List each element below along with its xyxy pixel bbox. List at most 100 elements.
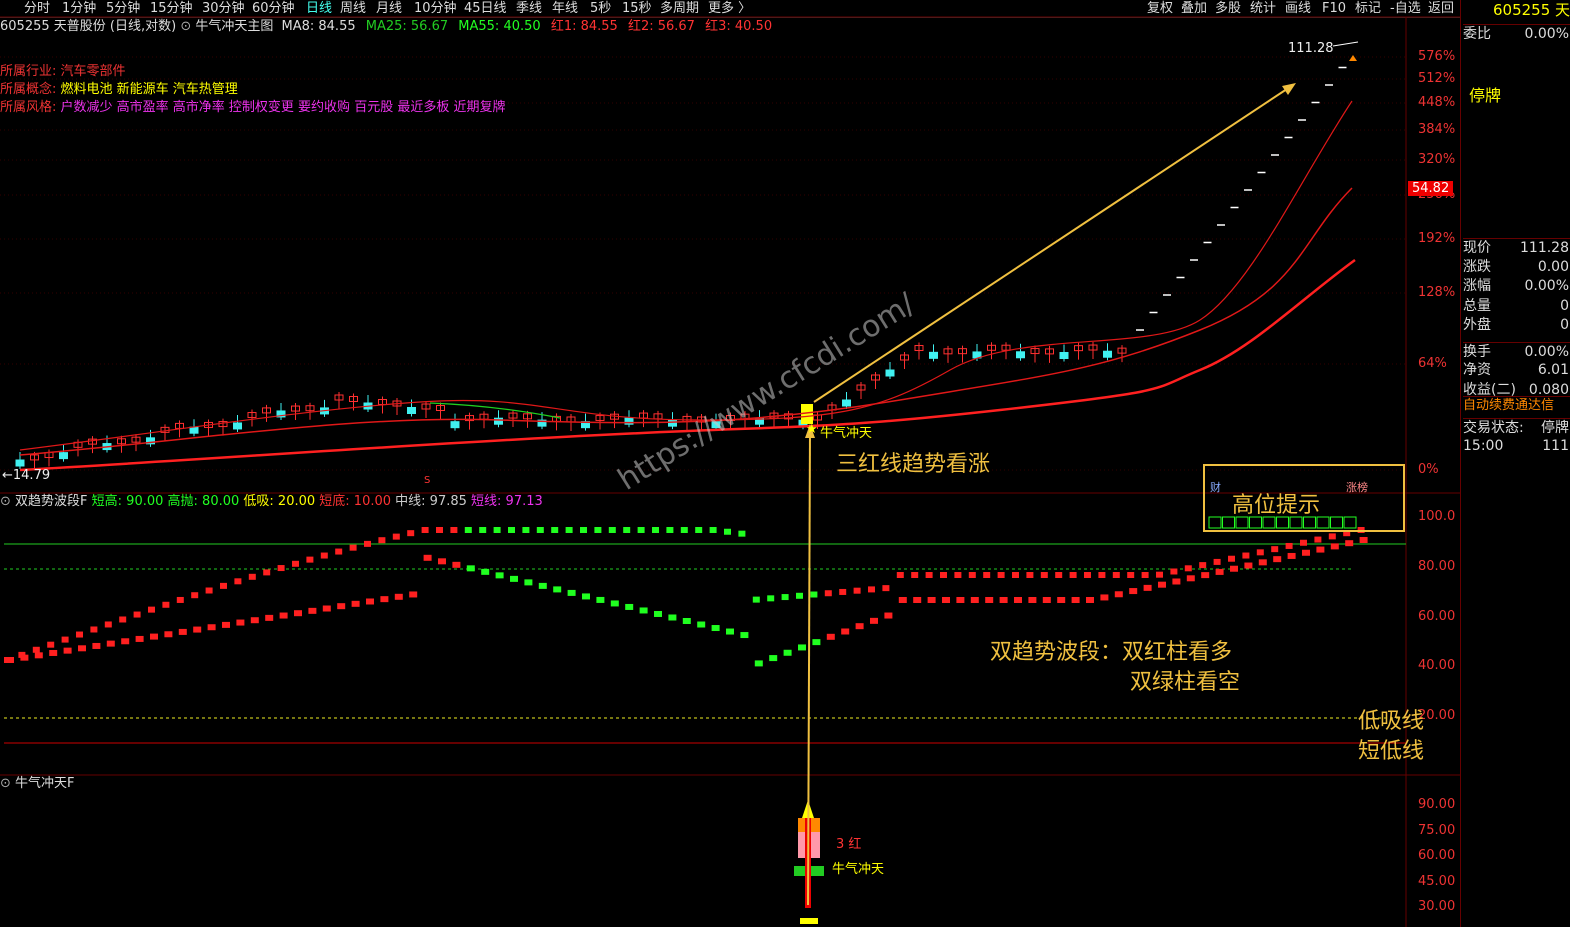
wave-bar-mid-23 [335, 548, 343, 555]
wave-bar-short-45 [654, 610, 662, 617]
wave-bar-mid-3 [47, 641, 55, 648]
wave-bar-mid-25 [364, 540, 371, 547]
candle-3 [59, 452, 68, 460]
wave-bar-mid-40 [580, 527, 587, 533]
panel3-title: ⊙ 牛气冲天F [0, 776, 75, 791]
wave-bar-short-41 [596, 596, 605, 603]
wave-bar-short-76 [1100, 594, 1109, 601]
wave-bar-mid-54 [781, 594, 789, 601]
wave-bar-short-14 [207, 624, 216, 631]
wave-bar-mid-33 [479, 527, 487, 533]
main-axis-tick-3: 384% [1418, 122, 1456, 137]
p3-axis-tick-3: 45.00 [1418, 874, 1456, 889]
halt-label: 停牌 [1469, 86, 1502, 105]
wave-bar-short-32 [466, 565, 475, 572]
wave-bar-short-11 [164, 631, 173, 638]
wave-bar-mid-49 [709, 527, 717, 533]
wave-bar-mid-16 [234, 578, 242, 585]
low-buy: 低吸: 20.00 [243, 494, 316, 509]
short-line: 短线: 97.13 [471, 494, 543, 509]
wave-bar-short-84 [1215, 568, 1224, 575]
wave-bar-short-44 [639, 607, 648, 614]
bull-star-icon: ★ [806, 422, 818, 437]
wave-bar-mid-57 [824, 590, 832, 597]
wave-bar-mid-41 [594, 527, 602, 533]
wave-bar-short-8 [121, 638, 130, 645]
wave-bar-mid-70 [1012, 572, 1019, 578]
wave-bar-mid-28 [407, 530, 415, 537]
main-axis-tick-2: 448% [1418, 95, 1456, 110]
wave-bar-mid-31 [450, 527, 458, 533]
low-buy-annotation: 低吸线 [1358, 709, 1425, 734]
wave-bar-mid-45 [652, 527, 659, 533]
wave-bar-short-53 [769, 655, 778, 662]
wave-bar-short-31 [452, 561, 461, 568]
renew-label[interactable]: 自动续费通达信 [1463, 396, 1570, 415]
wave-bar-mid-18 [263, 569, 271, 576]
panel3-name[interactable]: 牛气冲天F [15, 776, 74, 791]
wave-bar-short-19 [279, 612, 288, 619]
wave-bar-short-42 [610, 600, 619, 607]
wave-bar-short-91 [1316, 546, 1325, 553]
wave-bar-short-62 [898, 597, 907, 603]
panel2-name[interactable]: 双趋势波段F [15, 494, 87, 509]
wave-bar-mid-17 [248, 573, 256, 580]
wave-bar-short-2 [34, 652, 43, 659]
wave-bar-short-88 [1273, 556, 1282, 563]
side-stock-code[interactable]: 605255 天 [1493, 1, 1570, 19]
time-label: 15:00 [1463, 438, 1504, 454]
candle-75 [1103, 350, 1112, 358]
side-row-6: 净资 6.01 [1463, 362, 1569, 378]
wave-bar-mid-51 [738, 530, 746, 537]
bull-label: 牛气冲天 [832, 862, 885, 877]
wave-bar-mid-36 [522, 527, 530, 533]
wave-bar-mid-19 [277, 565, 285, 572]
wave-bar-short-68 [985, 597, 994, 603]
wave-bar-short-80 [1158, 581, 1166, 588]
wave-bar-mid-55 [796, 592, 803, 599]
wave-bar-mid-52 [752, 596, 760, 603]
candle-42 [624, 417, 634, 425]
wave-bar-mid-6 [90, 626, 98, 633]
wave-bar-mid-71 [1026, 572, 1034, 578]
wave-bar-short-57 [826, 633, 835, 640]
wave-bar-short-17 [250, 617, 259, 624]
main-axis-tick-6: 192% [1418, 231, 1456, 246]
time-value: 111 [1542, 438, 1569, 454]
wave-bar-mid-80 [1156, 571, 1163, 578]
side-row-2: 涨幅 0.00% [1463, 278, 1569, 294]
wave-bar-short-50 [726, 628, 734, 635]
trade-state-value: 停牌 [1541, 420, 1569, 436]
wave-bar-short-6 [92, 642, 101, 649]
wave-bar-short-7 [106, 640, 115, 647]
wave-bar-mid-85 [1228, 555, 1235, 562]
wave-bar-mid-10 [148, 606, 155, 613]
wave-bar-mid-83 [1199, 562, 1207, 569]
trend-annotation: 三红线趋势看涨 [836, 452, 991, 477]
side-row-5: 换手 0.00% [1463, 341, 1570, 360]
wave-bar-short-55 [798, 644, 806, 651]
candle-15 [233, 422, 242, 430]
p3-axis-tick-1: 75.00 [1418, 823, 1456, 838]
p2-axis-tick-0: 100.0 [1418, 509, 1456, 524]
wave-bar-mid-56 [810, 591, 818, 598]
wave-bar-mid-46 [666, 527, 674, 533]
wave-bar-short-73 [1057, 597, 1066, 603]
wave-bar-short-35 [510, 575, 518, 582]
wave-bar-mid-43 [623, 527, 631, 533]
p2-axis-tick-3: 40.00 [1418, 658, 1456, 673]
wave-bar-short-4 [63, 647, 72, 654]
side-row-3: 总量 0 [1463, 297, 1569, 314]
wave-bar-mid-73 [1055, 572, 1063, 578]
wave-bar-mid-29 [421, 527, 429, 533]
wave-bar-mid-74 [1069, 572, 1077, 578]
wave-bar-mid-15 [220, 582, 227, 589]
candle-72 [1059, 352, 1069, 360]
wave-bar-mid-24 [349, 544, 357, 551]
high-leader [1332, 41, 1359, 47]
wave-bar-mid-44 [637, 527, 645, 533]
ma8-green-segment [429, 402, 561, 419]
wave-bar-short-65 [942, 597, 950, 603]
wave-annotation-1: 双趋势波段：双红柱看多 [990, 640, 1233, 665]
wave-bar-mid-82 [1184, 565, 1192, 572]
